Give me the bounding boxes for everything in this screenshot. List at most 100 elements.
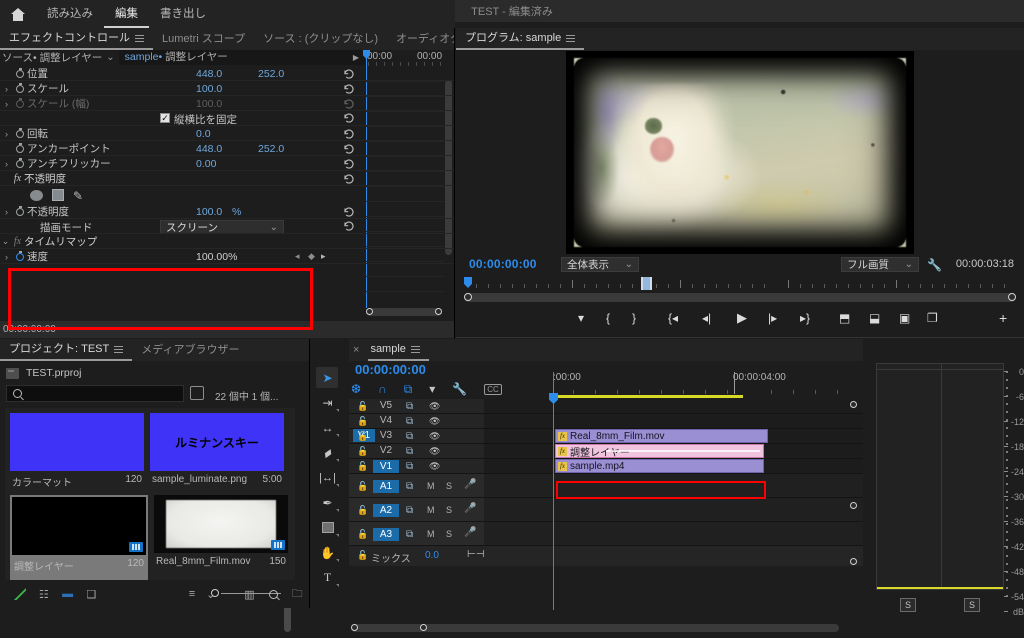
chevron-down-icon[interactable]: ⌄ (106, 52, 114, 63)
track-row-v4[interactable]: 🔓 V4 ⧉ 👁 (349, 414, 863, 429)
reset-icon[interactable] (343, 128, 355, 140)
project-breadcrumb[interactable]: TEST.prproj (6, 365, 81, 381)
property-row-speed[interactable]: › 速度 100.00% ◂ ◆ ▸ (0, 249, 454, 264)
property-row-rotation[interactable]: › 回転 0.0 (0, 126, 454, 141)
new-bin-icon[interactable]: ▥ (237, 580, 261, 608)
reset-icon[interactable] (343, 206, 355, 218)
property-value-position-x[interactable]: 448.0 (196, 68, 222, 80)
timeline-vertical-scrollbar[interactable] (849, 401, 857, 618)
lock-icon[interactable]: 🔓 (357, 529, 368, 540)
track-row-v3[interactable]: V1 🔓 V3 ⧉ 👁 fx Real_8mm_Film.mov (349, 429, 863, 444)
timeline-hscroll-right-handle[interactable] (420, 624, 427, 631)
uniform-scale-checkbox[interactable]: ✓ (160, 113, 170, 123)
comparison-view-icon[interactable]: ❐ (927, 311, 938, 325)
track-content-area-a1[interactable] (484, 474, 863, 497)
track-name-a3[interactable]: A3 (373, 528, 399, 541)
tab-program-monitor[interactable]: プログラム: sample (456, 28, 585, 50)
zoom-right-handle[interactable] (1008, 293, 1016, 301)
timeline-playhead[interactable] (553, 372, 554, 610)
export-frame-icon[interactable]: ▣ (899, 311, 910, 325)
track-name-v1[interactable]: V1 (373, 460, 399, 473)
tab-sequence-sample[interactable]: sample (368, 339, 429, 361)
extract-icon[interactable]: ⬓ (869, 311, 880, 325)
track-name-v4[interactable]: V4 (373, 415, 399, 426)
lock-icon[interactable]: 🔓 (357, 401, 368, 412)
sync-lock-icon[interactable]: ⧉ (406, 446, 413, 457)
timeline-time-ruler[interactable]: :00:00 00:00:04:00 (551, 372, 843, 394)
go-to-in-icon[interactable]: {◂ (668, 311, 678, 325)
track-name-v5[interactable]: V5 (373, 400, 399, 411)
go-to-out-icon[interactable]: ▸} (800, 311, 810, 325)
disclosure-triangle-time-remap[interactable]: ⌄ (0, 236, 11, 247)
panel-menu-icon[interactable] (135, 34, 144, 42)
pen-tool[interactable]: ✒ (311, 490, 344, 515)
type-tool[interactable]: T (311, 565, 344, 590)
lock-icon[interactable]: 🔓 (357, 481, 368, 492)
ripple-edit-tool[interactable]: ↔ (311, 415, 344, 440)
list-view-icon[interactable]: ☷ (32, 580, 56, 608)
property-value-position-y[interactable]: 252.0 (258, 68, 284, 80)
button-editor-plus-icon[interactable]: + (999, 310, 1007, 326)
timeline-clip-adjustment-layer[interactable]: fx 調整レイヤー (555, 444, 764, 458)
track-name-v3[interactable]: V3 (373, 430, 399, 441)
track-row-v2[interactable]: 🔓 V2 ⧉ 👁 fx 調整レイヤー (349, 444, 863, 459)
project-search-input[interactable] (6, 385, 184, 402)
mark-out-icon[interactable]: } (632, 311, 636, 325)
ellipse-mask-icon[interactable] (30, 189, 43, 201)
sync-lock-icon[interactable]: ⧉ (406, 416, 413, 427)
panel-menu-icon[interactable] (566, 34, 576, 42)
previous-keyframe-icon[interactable]: ◂ (295, 251, 300, 262)
pen-tool-icon[interactable] (8, 580, 32, 608)
audio-meter-display[interactable] (876, 363, 1004, 590)
home-button[interactable] (0, 0, 36, 28)
project-item-luminance-png[interactable]: ルミナンスキー sample_luminate.png 5:00 (150, 413, 284, 495)
add-marker-icon[interactable]: ▾ (578, 311, 584, 325)
timeline-vscroll-top-handle[interactable] (850, 401, 857, 408)
property-row-scale[interactable]: › スケール 100.0 (0, 81, 454, 96)
disclosure-triangle-speed[interactable]: › (0, 252, 13, 262)
workspace-tab-export[interactable]: 書き出し (149, 0, 217, 28)
track-select-forward-tool[interactable]: ⇥ (311, 390, 344, 415)
sync-lock-icon[interactable]: ⧉ (406, 529, 413, 540)
pen-mask-icon[interactable]: ✎ (73, 189, 86, 203)
tab-lumetri-scopes[interactable]: Lumetri スコープ (153, 28, 254, 50)
timeline-settings-icon[interactable]: 🔧 (452, 382, 467, 396)
timeline-clip-real-8mm-film[interactable]: fx Real_8mm_Film.mov (555, 429, 768, 443)
track-name-v2[interactable]: V2 (373, 445, 399, 456)
reset-icon[interactable] (343, 112, 355, 124)
solo-button-a2[interactable]: S (446, 505, 452, 515)
panel-menu-icon[interactable] (410, 345, 420, 353)
effect-group-opacity-header[interactable]: fx 不透明度 (0, 171, 454, 186)
track-content-area-v2[interactable]: fx 調整レイヤー (484, 444, 863, 458)
stopwatch-toggle-scale-width[interactable] (13, 96, 27, 111)
track-row-a1[interactable]: 🔓 A1 ⧉ M S 🎤 (349, 474, 863, 498)
timeline-vscroll-bottom-handle[interactable] (850, 502, 857, 509)
settings-wrench-icon[interactable]: 🔧 (927, 258, 942, 272)
disclosure-triangle-opacity[interactable]: › (0, 207, 13, 217)
panel-menu-icon[interactable] (114, 345, 124, 353)
program-zoom-scrollbar[interactable] (464, 293, 1016, 302)
find-in-project-icon[interactable] (190, 386, 204, 400)
property-row-blend-mode[interactable]: 描画モード スクリーン ⌄ (0, 219, 454, 234)
reset-icon[interactable] (343, 68, 355, 80)
timeline-clip-sample-mp4[interactable]: fx sample.mp4 (555, 459, 764, 473)
selection-tool[interactable]: ➤ (311, 365, 344, 390)
track-content-area-a2[interactable] (484, 498, 863, 521)
lift-icon[interactable]: ⬒ (839, 311, 850, 325)
mute-button-a2[interactable]: M (427, 505, 435, 515)
sync-lock-icon[interactable]: ⧉ (406, 505, 413, 516)
tab-project[interactable]: プロジェクト: TEST (0, 339, 133, 361)
voice-record-icon[interactable]: 🎤 (464, 479, 476, 490)
property-row-scale-width[interactable]: › スケール (幅) 100.0 (0, 96, 454, 111)
program-playhead[interactable] (464, 277, 472, 288)
lock-icon[interactable]: 🔓 (357, 550, 368, 561)
track-visibility-icon[interactable]: 👁 (429, 431, 440, 442)
pan-balance-icon[interactable]: ⊢⊣ (467, 549, 484, 560)
step-forward-icon[interactable]: |▸ (768, 311, 777, 325)
project-item-color-matte[interactable]: カラーマット 120 (10, 413, 144, 495)
property-value-speed[interactable]: 100.00% (196, 251, 237, 263)
project-item-real-8mm-film[interactable]: Real_8mm_Film.mov 150 (154, 495, 288, 581)
insert-overwrite-icon[interactable]: ❆ (351, 382, 361, 396)
playback-resolution-dropdown[interactable]: フル画質 ⌄ (841, 257, 919, 272)
lock-icon[interactable]: 🔓 (357, 505, 368, 516)
